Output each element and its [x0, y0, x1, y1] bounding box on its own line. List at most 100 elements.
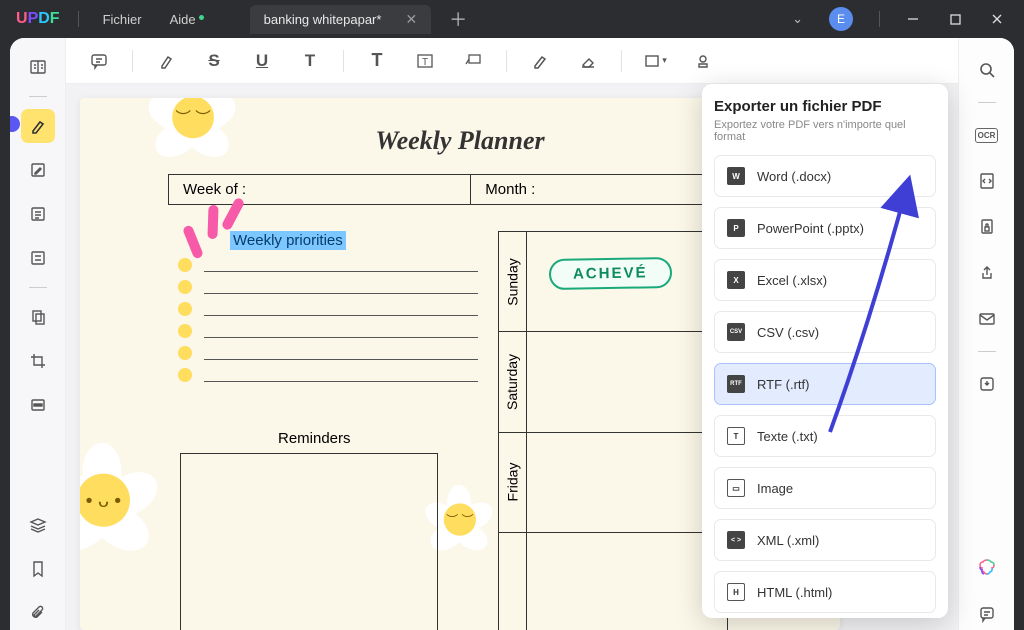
save-icon[interactable] [971, 368, 1003, 400]
bookmark-icon[interactable] [21, 552, 55, 586]
tab-strip: banking whitepapar* ✕ ＋ [250, 5, 782, 34]
divider [978, 102, 996, 103]
export-option-image[interactable]: ▭Image [714, 467, 936, 509]
underline-tool-icon[interactable]: U [247, 46, 277, 76]
bullet-icon [178, 346, 192, 360]
xml-icon: < > [727, 531, 745, 549]
annotation-stroke [182, 224, 204, 259]
menu-file[interactable]: Fichier [89, 12, 156, 27]
planner-body: Weekly priorities Reminders Sunday [168, 231, 728, 630]
divider [29, 96, 47, 97]
textbox-tool-icon[interactable]: T [410, 46, 440, 76]
export-option-rtf[interactable]: RTFRTF (.rtf) [714, 363, 936, 405]
share-icon[interactable] [971, 257, 1003, 289]
edit-text-icon[interactable] [21, 153, 55, 187]
format-label: HTML (.html) [757, 585, 832, 600]
titlebar: UPDF Fichier Aide banking whitepapar* ✕ … [0, 0, 1024, 38]
day-label: Sunday [499, 232, 527, 331]
menu-help[interactable]: Aide [156, 12, 210, 27]
format-label: Texte (.txt) [757, 429, 818, 444]
priority-line [178, 346, 478, 360]
day-label: Saturday [499, 332, 527, 431]
chevron-down-icon[interactable]: ⌄ [782, 5, 813, 33]
format-label: XML (.xml) [757, 533, 819, 548]
divider [879, 11, 880, 27]
close-icon[interactable]: ✕ [405, 11, 417, 28]
user-avatar[interactable]: E [829, 7, 853, 31]
attachment-icon[interactable] [21, 596, 55, 630]
divider [343, 50, 344, 72]
callout-tool-icon[interactable] [458, 46, 488, 76]
blank-line [204, 324, 478, 338]
annotation-toolbar: S U T T T ▾ [66, 38, 958, 84]
shape-tool-icon[interactable]: ▾ [640, 46, 670, 76]
day-label: Friday [499, 433, 527, 532]
protect-icon[interactable] [971, 211, 1003, 243]
export-option-text[interactable]: T Texte (.txt) [714, 415, 936, 457]
export-option-html[interactable]: HHTML (.html) [714, 571, 936, 613]
minimize-button[interactable] [894, 4, 932, 34]
export-option-csv[interactable]: CSVCSV (.csv) [714, 311, 936, 353]
export-option-word[interactable]: WWord (.docx) [714, 155, 936, 197]
page-view-icon[interactable] [21, 197, 55, 231]
export-option-powerpoint[interactable]: PPowerPoint (.pptx) [714, 207, 936, 249]
add-tab-button[interactable]: ＋ [449, 6, 467, 32]
crop-icon[interactable] [21, 344, 55, 378]
document-tab[interactable]: banking whitepapar* ✕ [250, 5, 432, 34]
search-icon[interactable] [971, 54, 1003, 86]
day-content [527, 433, 727, 532]
export-panel-title: Exporter un fichier PDF [714, 98, 936, 115]
day-cell-sunday: Sunday ACHEVÉ [498, 231, 728, 331]
strikethrough-tool-icon[interactable]: S [199, 46, 229, 76]
page-title: Weekly Planner [130, 126, 790, 156]
form-icon[interactable] [21, 241, 55, 275]
export-option-excel[interactable]: X Excel (.xlsx) [714, 259, 936, 301]
export-panel-subtitle: Exportez votre PDF vers n'importe quel f… [714, 119, 936, 143]
window-controls: ⌄ E [782, 4, 1016, 34]
day-cell-saturday: Saturday [498, 331, 728, 431]
priority-line [178, 368, 478, 382]
layers-icon[interactable] [21, 508, 55, 542]
bullet-icon [178, 258, 192, 272]
maximize-button[interactable] [936, 4, 974, 34]
priorities-section: Weekly priorities Reminders [168, 231, 498, 630]
text-tool-icon[interactable]: T [362, 46, 392, 76]
updf-cloud-icon[interactable] [971, 552, 1003, 584]
priority-line [178, 324, 478, 338]
right-sidebar: OCR [958, 38, 1014, 630]
powerpoint-icon: P [727, 219, 745, 237]
tab-title: banking whitepapar* [264, 12, 382, 27]
day-content: ACHEVÉ [527, 232, 727, 331]
ocr-icon[interactable]: OCR [971, 119, 1003, 151]
priorities-heading: Weekly priorities [230, 231, 346, 250]
bullet-icon [178, 368, 192, 382]
close-window-button[interactable] [978, 4, 1016, 34]
chat-icon[interactable] [971, 598, 1003, 630]
redact-icon[interactable] [21, 388, 55, 422]
highlight-tool-icon[interactable] [151, 46, 181, 76]
app-logo: UPDF [16, 10, 60, 28]
excel-icon: X [727, 271, 745, 289]
squiggly-tool-icon[interactable]: T [295, 46, 325, 76]
pencil-tool-icon[interactable] [525, 46, 555, 76]
export-option-xml[interactable]: < > XML (.xml) [714, 519, 936, 561]
highlighter-tool-icon[interactable] [21, 109, 55, 143]
bullet-icon [178, 302, 192, 316]
day-content [527, 533, 727, 630]
annotation-stroke [207, 205, 218, 239]
reader-mode-icon[interactable] [21, 50, 55, 84]
csv-icon: CSV [727, 323, 745, 341]
stamp-tool-icon[interactable] [688, 46, 718, 76]
format-label: Excel (.xlsx) [757, 273, 827, 288]
organize-pages-icon[interactable] [21, 300, 55, 334]
planner-header-row: Week of : Month : [168, 174, 728, 205]
image-icon: ▭ [727, 479, 745, 497]
mail-icon[interactable] [971, 303, 1003, 335]
eraser-tool-icon[interactable] [573, 46, 603, 76]
comment-tool-icon[interactable] [84, 46, 114, 76]
bullet-icon [178, 280, 192, 294]
update-indicator-dot [199, 15, 204, 20]
convert-icon[interactable] [971, 165, 1003, 197]
blank-line [204, 346, 478, 360]
text-icon: T [727, 427, 745, 445]
